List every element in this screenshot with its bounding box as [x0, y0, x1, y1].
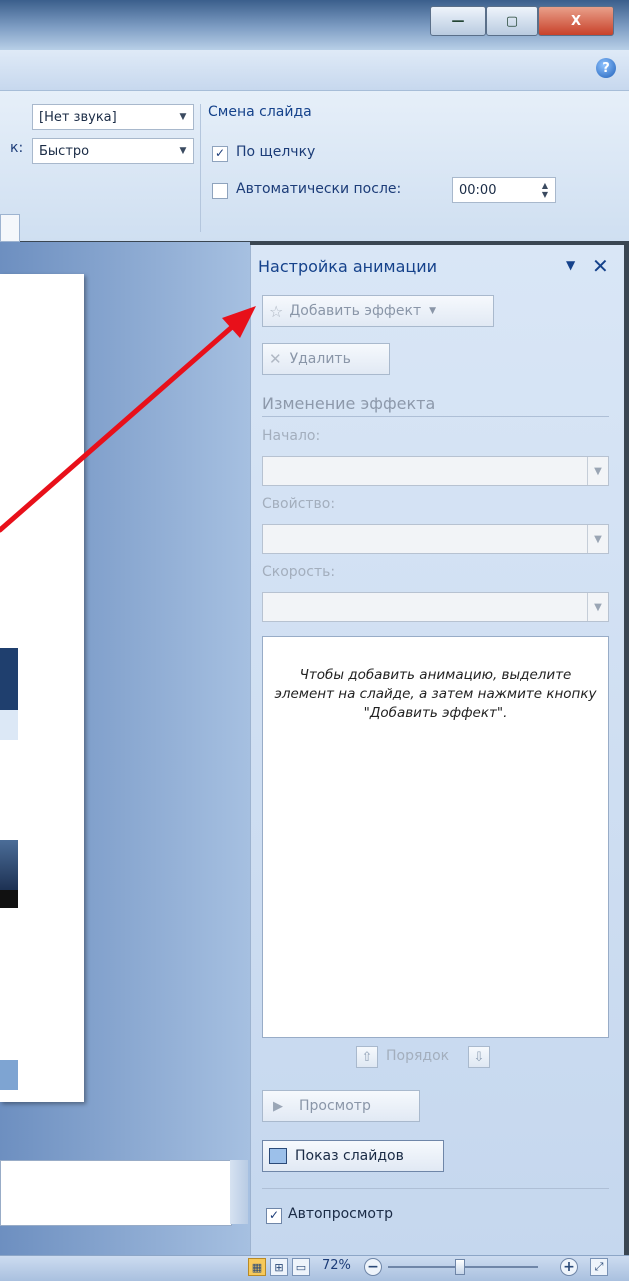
application-window: — ▢ X ? [Нет звука] ▼ к: Быстро ▼ Смена …	[0, 0, 629, 1281]
annotation-arrow	[0, 306, 256, 533]
annotation-arrow-line	[0, 317, 243, 533]
